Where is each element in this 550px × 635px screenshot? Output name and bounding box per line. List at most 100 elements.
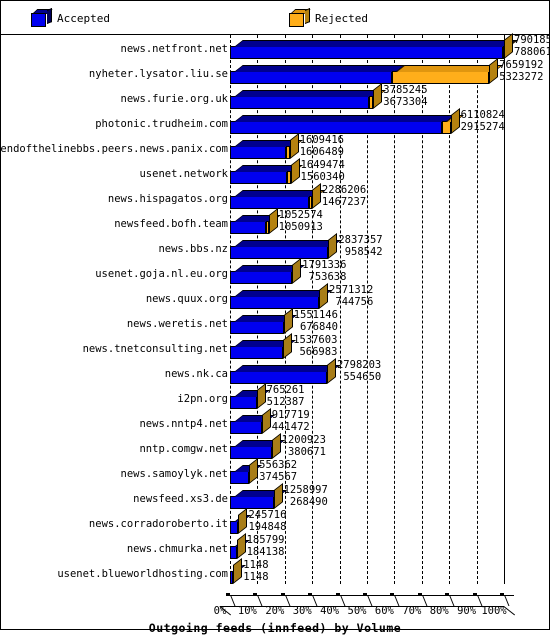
value-accepted: 917719 [271,409,310,421]
value-labels: 1052574 1050913 [278,209,323,233]
segment-accepted [230,221,267,234]
value-labels: 3785245 3673304 [383,84,428,108]
value-rejected: 1148 [243,570,269,583]
bar-end-cap [273,482,283,509]
value-labels: 6110824 2915274 [461,109,505,133]
value-labels: 185799 184138 [246,534,285,558]
value-labels: 245716 194848 [248,509,287,533]
bar-end-cap [311,182,321,209]
axis-tick-marker [253,593,258,596]
segment-rejected [441,121,451,134]
value-labels: 556362 374567 [259,459,298,483]
bar-end-cap [489,57,499,84]
value-accepted: 765261 [266,384,305,396]
value-rejected: 374567 [259,470,298,483]
bar-end-cap [256,382,266,409]
bar-row: news.netfront.net 79018597880610 [1,32,550,62]
chart-page: Accepted Rejected news.netfront.net 79018… [0,0,550,635]
category-label: news.tnetconsulting.net [82,343,228,355]
value-rejected: 958542 [344,245,383,258]
axis-tick-marker [472,593,477,596]
value-labels: 1649474 1560340 [301,159,345,183]
value-rejected: 554650 [343,370,382,383]
bar-row: news.nntp4.net 917719 441472 [1,407,549,437]
value-accepted: 1258997 [283,484,328,496]
value-accepted: 1791336 [302,259,347,271]
legend-item-accepted: Accepted [31,6,110,30]
bar-end-cap [249,457,259,484]
bar-end-cap [450,107,460,134]
category-label: news.corradoroberto.it [88,518,228,530]
bar-row: usenet.goja.nl.eu.org 1791336 753638 [1,257,549,287]
segment-accepted [230,121,442,134]
category-label: newsfeed.xs3.de [133,493,228,505]
segment-accepted [230,471,250,484]
value-accepted: 1537603 [293,334,338,346]
plot-area: news.netfront.net79018597880610nyheter.l… [0,32,550,635]
value-rejected: 7880610 [514,45,550,58]
segment-accepted [230,421,262,434]
bar-end-cap [238,507,248,534]
x-tick-label-100%: 100% [481,605,507,617]
segment-accepted [230,296,320,309]
category-label: news.furie.org.uk [120,93,228,105]
segment-accepted [230,196,310,209]
axis-tick-marker [445,593,450,596]
bar-end-cap [289,132,299,159]
bar-end-cap [236,532,246,559]
value-labels: 1200923 380671 [282,434,326,458]
value-accepted: 2837357 [338,234,383,246]
bar-end-cap [268,207,278,234]
cube-icon-accepted [31,7,53,27]
bar-end-cap [326,357,336,384]
axis-tick-marker [363,593,367,596]
axis-tick-marker [280,593,285,596]
category-label: endofthelinebbs.peers.news.panix.com [0,143,228,155]
segment-accepted [230,446,272,459]
segment-rejected [391,71,490,84]
axis-tick-marker [226,593,230,596]
value-rejected: 1050913 [278,220,323,233]
bar-end-cap [319,282,329,309]
value-labels: 1258997 268490 [283,484,328,508]
segment-accepted [230,346,284,359]
category-label: news.chmurka.net [126,543,228,555]
bar-row: newsfeed.bofh.team 1052574 1050913 [1,207,549,237]
bar-row: news.quux.org 2571312 744756 [1,282,549,312]
segment-accepted [230,96,369,109]
segment-accepted [230,271,293,284]
value-rejected: 744756 [335,295,374,308]
chart-legend: Accepted Rejected [1,1,549,35]
value-accepted: 245716 [248,509,287,521]
value-rejected: 676840 [300,320,338,333]
bar-row: news.tnetconsulting.net 1537603 566983 [1,332,549,362]
segment-accepted [230,246,329,259]
bar-row: news.weretis.net 1551146 676840 [1,307,549,337]
value-accepted: 185799 [246,534,285,546]
segment-accepted [230,146,286,159]
cube-icon-rejected [289,7,311,27]
segment-accepted-top [234,40,517,47]
value-accepted: 1052574 [278,209,323,221]
bar-end-cap [328,232,338,259]
category-label: news.samoylyk.net [120,468,228,480]
bar-end-cap [373,82,383,109]
value-labels: 917719 441472 [271,409,310,433]
segment-rejected-top [395,65,503,72]
category-label: news.netfront.net [120,43,228,55]
segment-accepted [230,396,257,409]
value-labels: 765261 512387 [266,384,305,408]
category-label: photonic.trudheim.com [95,118,228,130]
value-labels: 2571312 744756 [329,284,374,308]
bar-end-cap [283,307,293,334]
bar-end-cap [271,432,281,459]
category-label: i2pn.org [177,393,228,405]
axis-tick-marker [390,593,395,596]
bar-row: nyheter.lysator.liu.se 7659192 5323272 [1,57,549,87]
value-labels: 7659192 5323272 [499,59,543,83]
value-rejected: 268490 [289,495,328,508]
value-rejected: 3673304 [383,95,428,108]
category-label: news.bbs.nz [158,243,228,255]
value-accepted: 556362 [259,459,298,471]
category-label: usenet.blueworldhosting.com [57,568,228,580]
